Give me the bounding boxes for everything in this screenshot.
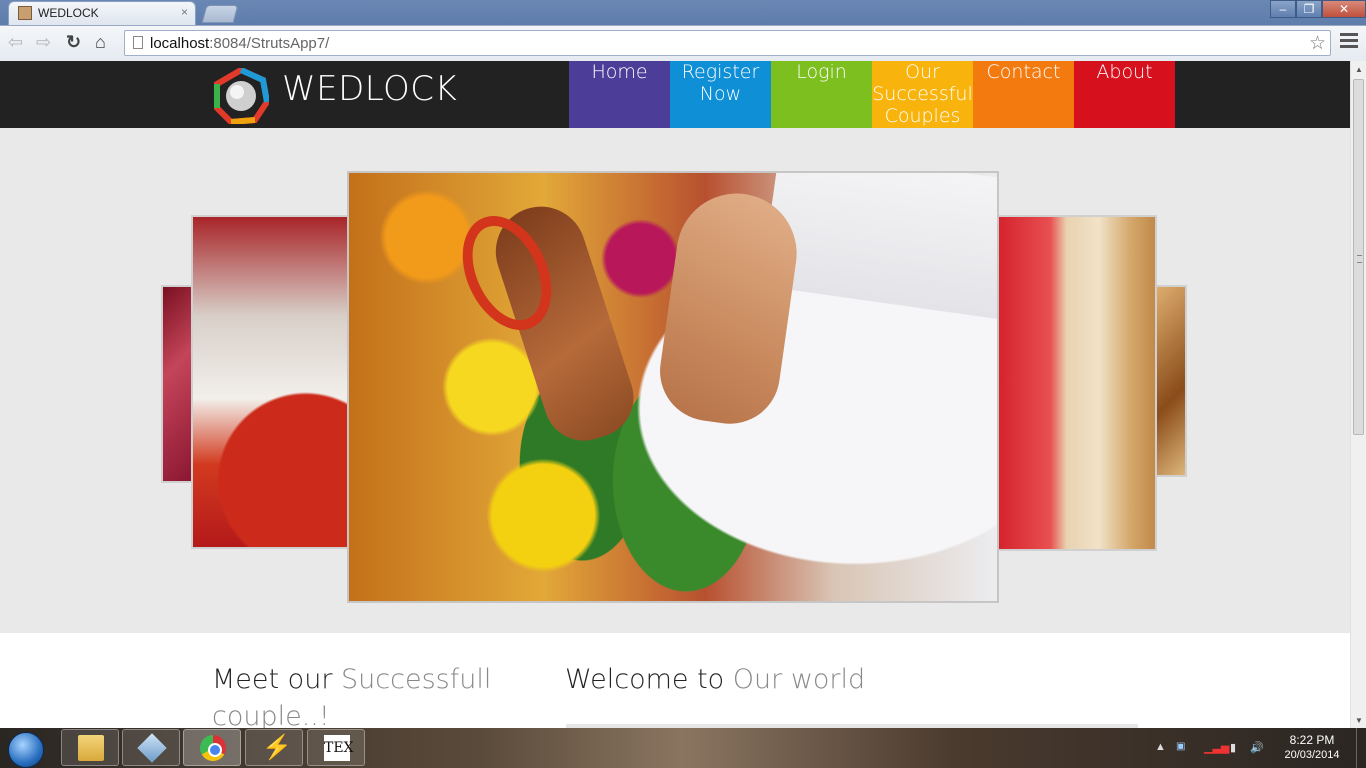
nav-register-label: Register Now [681,61,760,105]
nav-contact-label: Contact [986,61,1061,83]
nav-login[interactable]: Login [771,61,872,128]
tab-title: WEDLOCK [38,6,99,20]
window-minimize-button[interactable]: – [1270,0,1296,18]
windows-taskbar: ⚡ TEX ▲ ▣ ▁▃▅ ▮ 🔊 8:22 PM 20/03/2014 [0,728,1366,768]
scroll-grip-icon [1357,255,1362,263]
window-restore-button[interactable]: ❐ [1296,0,1322,18]
address-bar[interactable]: localhost:8084/StrutsApp7/ ☆ [124,30,1331,56]
forward-arrow-icon[interactable]: ⇨ [36,32,51,53]
main-navigation: Home Register Now Login Our Successful C… [569,61,1175,128]
page-scrollbar[interactable]: ▲ ▼ [1350,61,1366,728]
tab-close-icon[interactable]: × [181,5,188,19]
clock-date: 20/03/2014 [1284,749,1340,761]
browser-chrome: WEDLOCK × – ❐ ✕ ⇦ ⇨ ↻ ⌂ localhost:8084/S… [0,0,1366,61]
nav-successful-couples[interactable]: Our Successful Couples [872,61,973,128]
nav-home-label: Home [591,61,648,83]
favicon-icon [18,6,32,20]
tex-icon: TEX [324,735,354,761]
star-icon[interactable]: ☆ [1309,32,1326,55]
window-close-button[interactable]: ✕ [1322,0,1366,18]
taskbar-flash[interactable]: ⚡ [245,729,303,766]
system-clock[interactable]: 8:22 PM 20/03/2014 [1276,733,1348,763]
image-carousel [0,128,1350,633]
keyboard-icon[interactable]: ▣ [1176,741,1185,752]
carousel-slide-center-wedding-hands[interactable] [347,171,999,603]
taskbar-virtualbox[interactable] [122,729,180,766]
content-section: Meet our Successfull couple..! Welcome t… [0,633,1350,732]
battery-icon[interactable]: ▮ [1230,741,1236,754]
chrome-icon [200,735,226,761]
volume-icon[interactable]: 🔊 [1250,741,1264,754]
back-arrow-icon[interactable]: ⇦ [8,32,23,53]
clock-time: 8:22 PM [1289,733,1335,747]
show-desktop-button[interactable] [1356,728,1366,768]
nav-register-now[interactable]: Register Now [670,61,771,128]
welcome-heading-accent: Our world [732,664,866,695]
wedlock-logo-icon[interactable] [213,68,269,124]
folder-icon [78,735,104,761]
meet-heading-plain: Meet our [212,664,342,695]
meet-couple-heading: Meet our Successfull couple..! [212,661,532,735]
taskbar-tex[interactable]: TEX [307,729,365,766]
new-tab-button[interactable] [201,5,239,23]
browser-tab[interactable]: WEDLOCK × [8,1,196,25]
taskbar-explorer[interactable] [61,729,119,766]
taskbar-chrome[interactable] [183,729,241,766]
browser-toolbar: ⇦ ⇨ ↻ ⌂ localhost:8084/StrutsApp7/ ☆ [0,25,1366,61]
photo-open-hand [653,185,805,431]
welcome-heading-plain: Welcome to [565,664,733,695]
carousel-slide-left[interactable] [191,215,356,549]
nav-contact[interactable]: Contact [973,61,1074,128]
url-host: localhost [150,35,210,52]
home-icon[interactable]: ⌂ [95,32,106,53]
cube-icon [137,733,167,763]
windows-orb-icon [8,732,44,768]
page-icon [133,36,143,49]
hamburger-menu-icon[interactable] [1340,33,1358,51]
carousel-slide-right[interactable] [992,215,1157,551]
site-header: WEDLOCK Home Register Now Login Our Succ… [0,61,1350,128]
nav-login-label: Login [796,61,847,83]
brand-name[interactable]: WEDLOCK [282,69,457,109]
scroll-down-arrow-icon[interactable]: ▼ [1355,716,1363,725]
nav-couples-label: Our Successful Couples [872,61,973,127]
nav-about[interactable]: About [1074,61,1175,128]
url-path: :8084/StrutsApp7/ [209,35,330,52]
scrollbar-thumb[interactable] [1353,79,1364,435]
lightning-icon: ⚡ [262,734,292,761]
network-icon[interactable]: ▁▃▅ [1204,741,1229,754]
nav-about-label: About [1096,61,1153,83]
show-hidden-icons-icon[interactable]: ▲ [1155,741,1166,753]
start-button[interactable] [3,730,47,768]
reload-icon[interactable]: ↻ [66,32,81,53]
scroll-up-arrow-icon[interactable]: ▲ [1355,65,1363,74]
url-text[interactable]: localhost:8084/StrutsApp7/ [150,35,329,52]
nav-home[interactable]: Home [569,61,670,128]
welcome-heading: Welcome to Our world [565,661,865,698]
